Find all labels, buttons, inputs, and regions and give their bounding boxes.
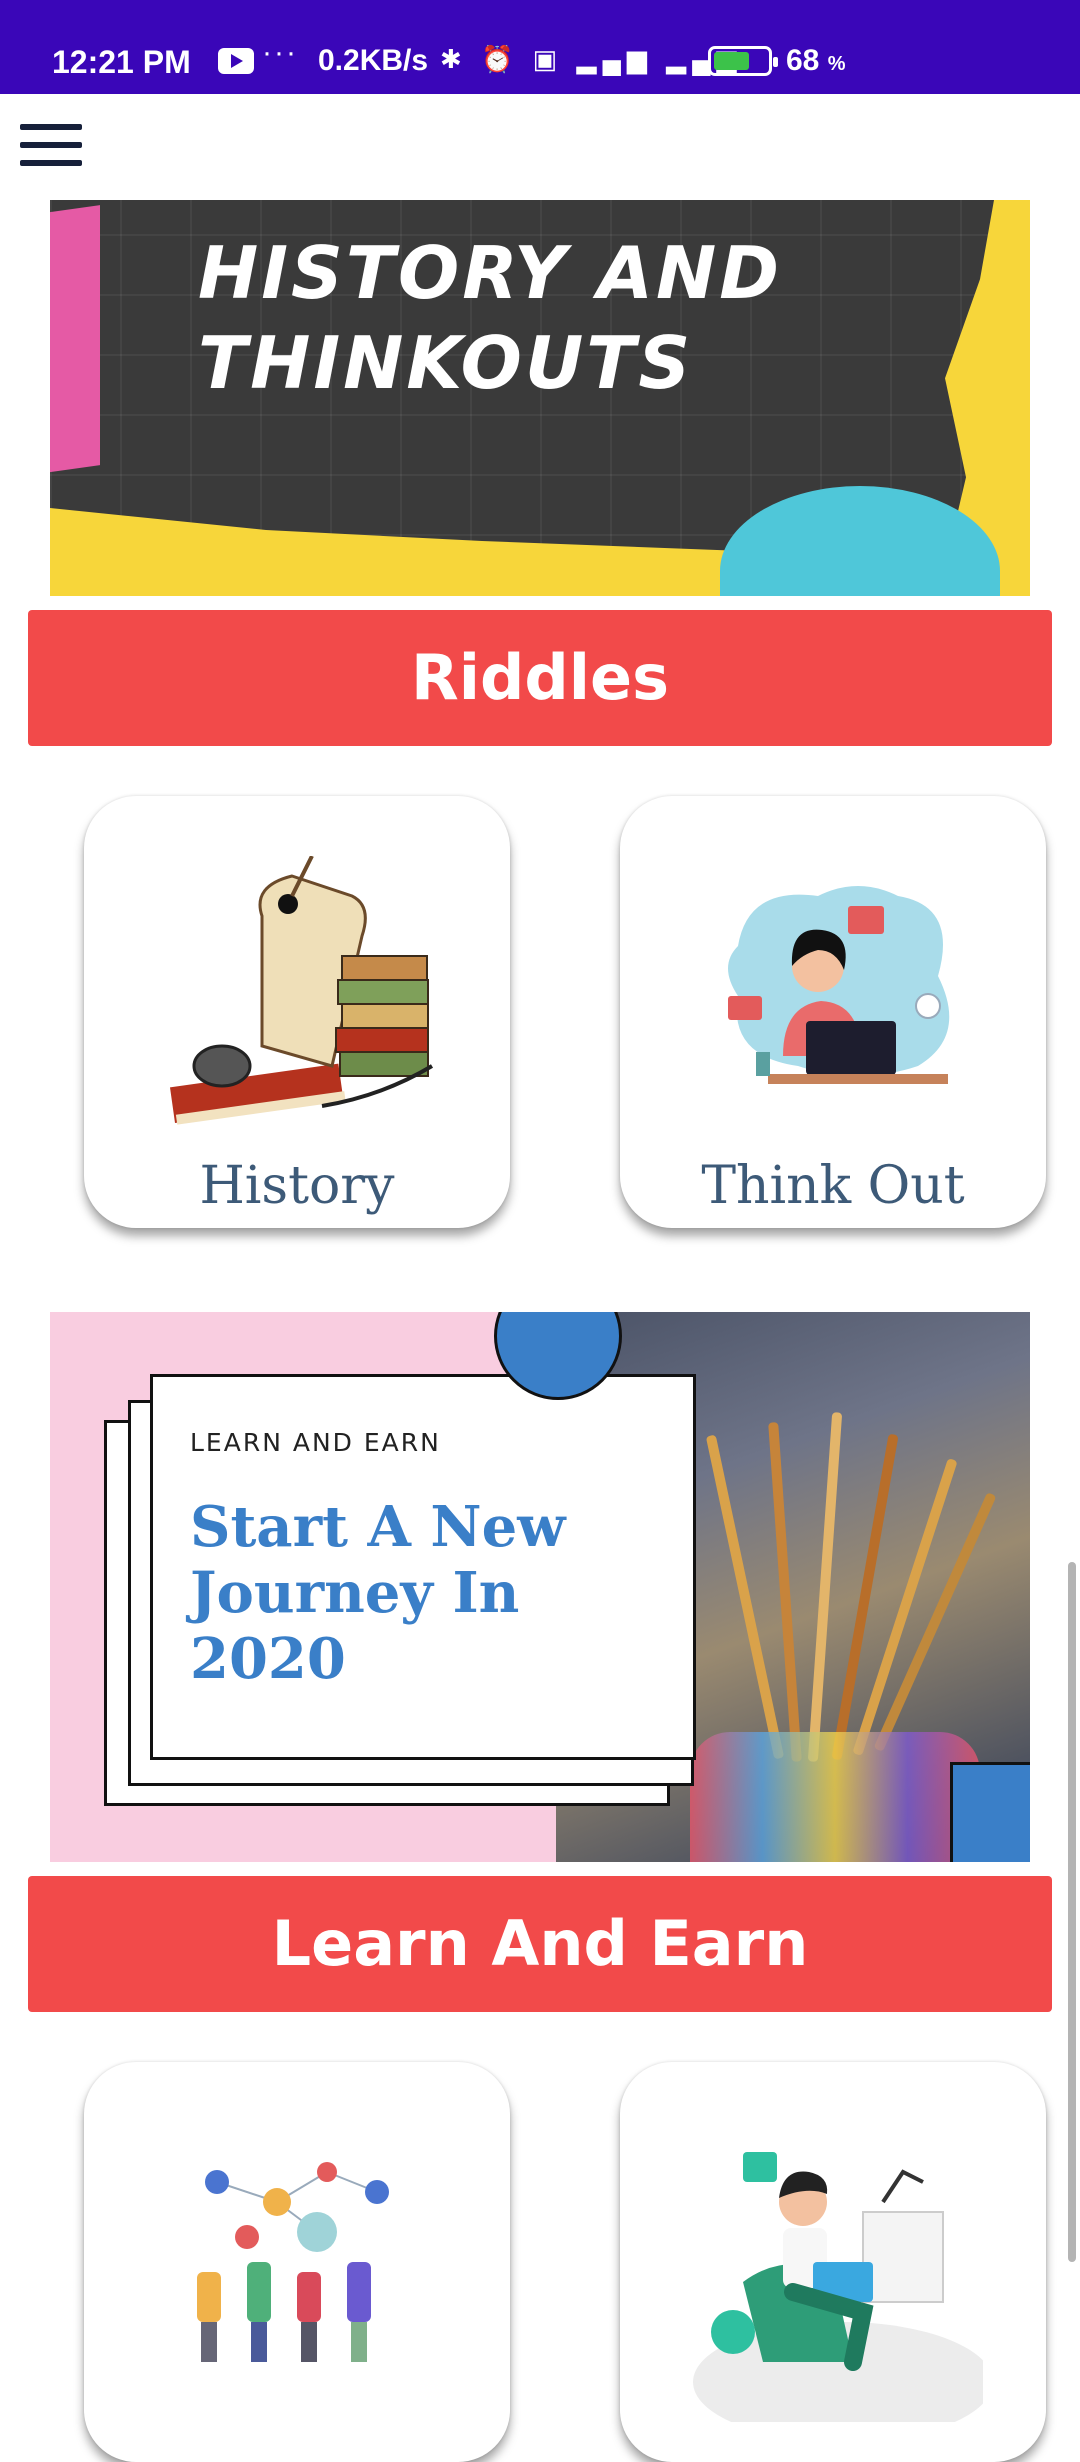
card-label: Think Out: [701, 1156, 965, 1216]
section-header-riddles[interactable]: Riddles: [28, 610, 1052, 746]
learn-and-earn-banner: LEARN AND EARN Start A New Journey In 20…: [50, 1312, 1030, 1862]
menu-icon[interactable]: [20, 124, 84, 170]
signal-4g-icon: ▂▄▆: [576, 44, 653, 74]
banner-headline: Start A New Journey In 2020: [190, 1494, 566, 1692]
person-laptop-chair-illustration: [693, 2152, 983, 2422]
history-thinkouts-banner: HISTORY AND THINKOUTS: [50, 200, 1030, 596]
more-notifications-icon: ···: [262, 36, 298, 69]
battery-percent: 68 %: [786, 44, 846, 77]
battery-charging-icon: [708, 46, 778, 76]
card-label: History: [199, 1156, 395, 1216]
alarm-icon: ⏰: [481, 44, 520, 74]
remote-work-card[interactable]: [620, 2062, 1046, 2462]
network-speed: 0.2KB/s: [318, 44, 429, 77]
youtube-icon: [218, 48, 254, 74]
people-network-illustration: [197, 2162, 389, 2362]
network-card[interactable]: [84, 2062, 510, 2462]
banner-title: HISTORY AND THINKOUTS: [198, 231, 783, 405]
think-out-card[interactable]: Think Out: [620, 796, 1046, 1228]
history-card[interactable]: History: [84, 796, 510, 1228]
person-laptop-illustration: [728, 886, 950, 1084]
status-time: 12:21 PM: [52, 44, 191, 80]
status-bar: 12:21 PM ··· 0.2KB/s ✱ ⏰ ▣ ▂▄▆ ▂▄▆ 68 %: [0, 0, 1080, 94]
history-books-illustration: [169, 856, 434, 1125]
scrollbar[interactable]: [1068, 1562, 1076, 2262]
bluetooth-icon: ✱: [440, 44, 468, 74]
banner-kicker: LEARN AND EARN: [190, 1428, 441, 1457]
status-icons: ✱ ⏰ ▣ ▂▄▆ ▂▄▆: [440, 44, 743, 75]
decor-square: [950, 1762, 1030, 1862]
volte-icon: ▣: [532, 44, 564, 74]
section-header-learn-and-earn[interactable]: Learn And Earn: [28, 1876, 1052, 2012]
